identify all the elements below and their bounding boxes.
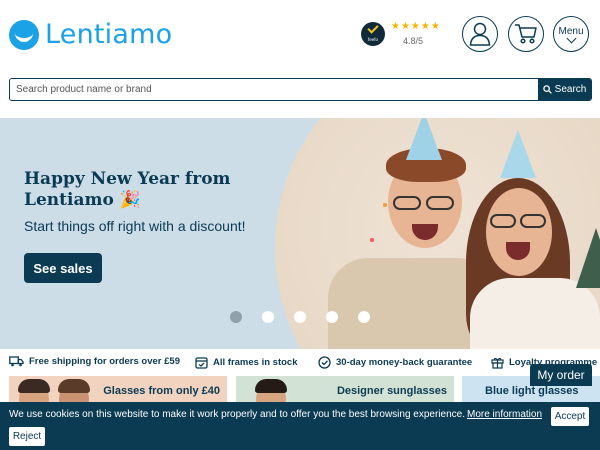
hero-subtitle: Start things off right with a discount! (24, 218, 246, 234)
usp-frames: All frames in stock (195, 356, 297, 369)
user-icon (469, 22, 491, 46)
hero-title: Happy New Year from Lentiamo 🎉 (24, 169, 231, 210)
site-header: Lentiamo feefo ★★★★★ 4.8/5 Menu (0, 0, 600, 72)
cookie-text: We use cookies on this website to make i… (9, 409, 465, 420)
cart-button[interactable] (508, 16, 544, 52)
menu-button[interactable]: Menu (553, 16, 589, 52)
carousel-dot-1[interactable] (230, 311, 242, 323)
rating-stars: ★★★★★ (391, 21, 441, 32)
feefo-label: feefo (367, 37, 378, 42)
tile-model-hair-2 (58, 379, 90, 393)
logo[interactable]: Lentiamo (9, 19, 172, 50)
cookie-banner: We use cookies on this website to make i… (0, 402, 600, 450)
tile-glasses-label: Glasses from only £40 (103, 385, 220, 397)
tile-blue-light-label: Blue light glasses (485, 385, 579, 397)
usp-bar: Free shipping for orders over £59 All fr… (0, 353, 600, 373)
hero-banner[interactable]: Happy New Year from Lentiamo 🎉 Start thi… (0, 118, 600, 349)
feefo-badge-icon[interactable]: feefo (361, 22, 385, 46)
usp-shipping-text: Free shipping for orders over £59 (29, 356, 180, 367)
my-order-button[interactable]: My order (530, 364, 592, 386)
usp-frames-text: All frames in stock (213, 357, 298, 368)
carousel-dots (230, 311, 370, 323)
accept-cookies-button[interactable]: Accept (551, 407, 589, 426)
badge-check-icon (318, 356, 331, 369)
search-input[interactable] (10, 79, 538, 100)
logo-smile-icon (9, 19, 39, 50)
reject-cookies-button[interactable]: Reject (9, 427, 45, 446)
usp-shipping: Free shipping for orders over £59 (9, 356, 180, 367)
search-button-label: Search (554, 84, 587, 95)
usp-guarantee: 30-day money-back guarantee (318, 356, 472, 369)
tree-decoration (576, 228, 600, 288)
search-bar: Search (9, 78, 592, 101)
truck-icon (9, 356, 24, 367)
carousel-dot-3[interactable] (294, 311, 306, 323)
carousel-dot-4[interactable] (326, 311, 338, 323)
account-button[interactable] (462, 16, 498, 52)
rating-value: 4.8/5 (403, 36, 424, 46)
usp-guarantee-text: 30-day money-back guarantee (336, 357, 473, 368)
gift-icon (491, 357, 504, 369)
carousel-dot-5[interactable] (358, 311, 370, 323)
see-sales-button[interactable]: See sales (24, 253, 102, 283)
cart-icon (515, 24, 537, 44)
carousel-dot-2[interactable] (262, 311, 274, 323)
search-icon (542, 85, 552, 94)
cookie-more-info-link[interactable]: More information (467, 409, 542, 420)
search-button[interactable]: Search (538, 79, 591, 100)
calendar-check-icon (195, 357, 208, 369)
tile-model-hair (18, 379, 50, 393)
tile-sunglasses-label: Designer sunglasses (336, 385, 447, 397)
tile-model-hair-3 (255, 379, 287, 393)
logo-text: Lentiamo (45, 19, 173, 50)
